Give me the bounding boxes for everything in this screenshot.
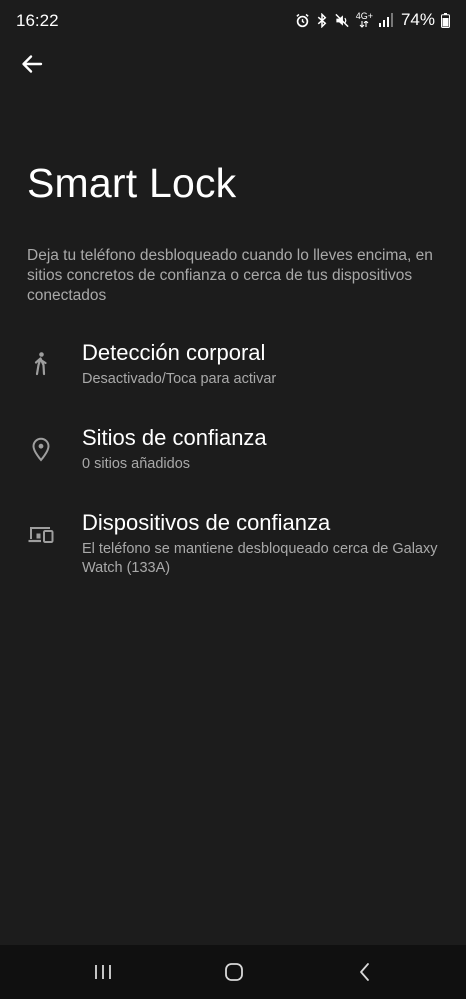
nav-back-button[interactable] — [350, 957, 380, 987]
status-time: 16:22 — [16, 11, 59, 30]
home-icon — [225, 963, 243, 981]
mute-icon — [334, 13, 350, 28]
location-pin-icon — [27, 435, 55, 463]
setting-title: Sitios de confianza — [82, 425, 267, 450]
recents-icon — [95, 965, 111, 979]
back-button[interactable] — [16, 48, 48, 80]
setting-body-detection[interactable]: Detección corporal Desactivado/Toca para… — [0, 335, 466, 420]
recents-button[interactable] — [88, 957, 118, 987]
page-title: Smart Lock — [27, 160, 237, 206]
network-4g-icon: 4G+ — [356, 12, 373, 28]
walking-person-icon — [27, 350, 55, 378]
setting-title: Dispositivos de confianza — [82, 510, 331, 535]
setting-subtitle: Desactivado/Toca para activar — [82, 371, 277, 387]
setting-title: Detección corporal — [82, 340, 266, 365]
battery-percentage: 74% — [400, 10, 435, 29]
page-description: Deja tu teléfono desbloqueado cuando lo … — [27, 247, 433, 304]
status-icons: 4G+ 74% — [295, 10, 450, 30]
alarm-icon — [295, 13, 310, 28]
status-bar: 16:22 4G+ 74% — [0, 0, 466, 40]
signal-icon — [378, 13, 393, 27]
setting-trusted-places[interactable]: Sitios de confianza 0 sitios añadidos — [0, 420, 466, 505]
network-type-label: 4G+ — [355, 11, 373, 21]
arrow-left-icon — [22, 55, 43, 73]
home-button[interactable] — [219, 957, 249, 987]
setting-subtitle: El teléfono se mantiene desbloqueado cer… — [82, 541, 438, 576]
settings-list: Detección corporal Desactivado/Toca para… — [0, 335, 466, 590]
bluetooth-icon — [316, 12, 328, 28]
setting-trusted-devices[interactable]: Dispositivos de confianza El teléfono se… — [0, 505, 466, 590]
battery-icon — [441, 12, 450, 28]
devices-icon — [27, 520, 55, 548]
back-icon — [360, 963, 369, 981]
navigation-bar — [0, 945, 466, 999]
setting-subtitle: 0 sitios añadidos — [82, 456, 191, 472]
